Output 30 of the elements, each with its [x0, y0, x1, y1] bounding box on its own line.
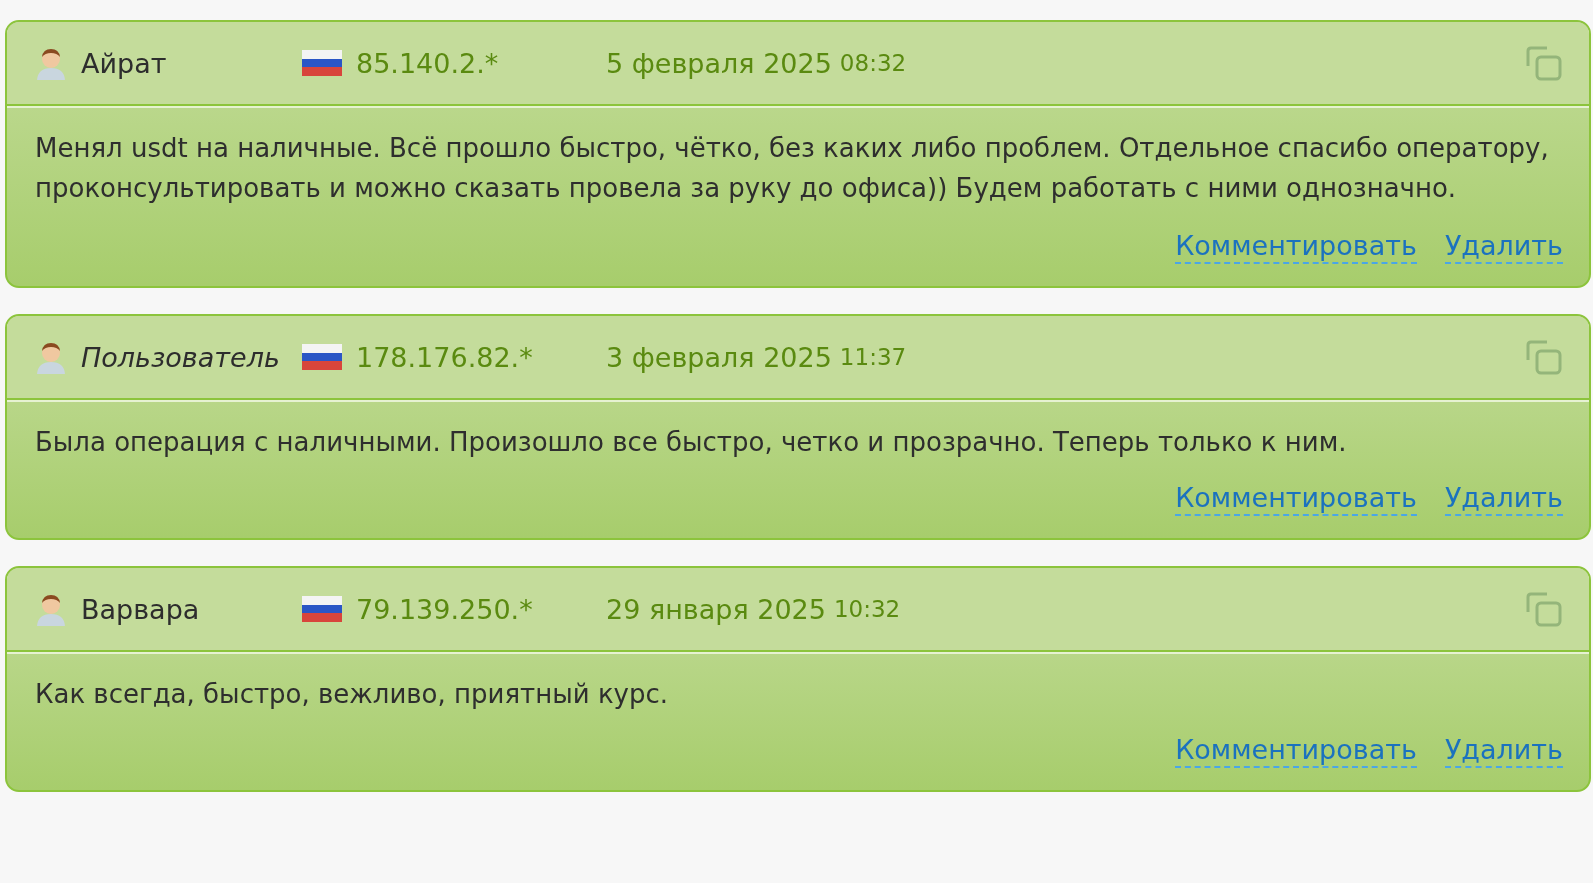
author-name: Варвара — [81, 593, 201, 625]
user-avatar-icon — [35, 46, 67, 80]
review-date: 3 февраля 2025 — [606, 341, 832, 373]
copy-icon[interactable] — [1525, 338, 1563, 376]
delete-link[interactable]: Удалить — [1444, 734, 1563, 768]
russia-flag-icon — [302, 50, 342, 76]
comment-link[interactable]: Комментировать — [1175, 482, 1417, 516]
comment-link[interactable]: Комментировать — [1175, 230, 1417, 264]
ip-address: 85.140.2.* — [356, 47, 500, 79]
copy-icon[interactable] — [1525, 44, 1563, 82]
user-avatar-icon — [35, 592, 67, 626]
ip-address: 79.139.250.* — [356, 593, 534, 625]
comment-link[interactable]: Комментировать — [1175, 734, 1417, 768]
review-date: 5 февраля 2025 — [606, 47, 832, 79]
author-name: Айрат — [81, 47, 168, 79]
review-time: 10:32 — [833, 596, 901, 622]
review-text: Как всегда, быстро, вежливо, приятный курс. — [35, 678, 670, 711]
ip-address: 178.176.82.* — [356, 341, 534, 373]
russia-flag-icon — [302, 344, 342, 370]
delete-link[interactable]: Удалить — [1444, 482, 1563, 516]
review-time: 08:32 — [839, 50, 907, 76]
user-avatar-icon — [35, 340, 67, 374]
copy-icon[interactable] — [1525, 590, 1563, 628]
delete-link[interactable]: Удалить — [1444, 230, 1563, 264]
review-time: 11:37 — [839, 344, 907, 370]
review-text: Менял usdt на наличные. Всё прошло быстро, чётко, без каких либо проблем. Отдельное спасибо оператору, проконсультировать и можно сказать провела за руку до офиса)) Будем работать с ними однозначно. — [35, 132, 1550, 205]
review-date: 29 января 2025 — [606, 593, 826, 625]
review-text: Была операция с наличными. Произошло все быстро, четко и прозрачно. Теперь только к ним. — [35, 426, 1348, 459]
author-name: Пользователь — [81, 341, 281, 373]
russia-flag-icon — [302, 596, 342, 622]
